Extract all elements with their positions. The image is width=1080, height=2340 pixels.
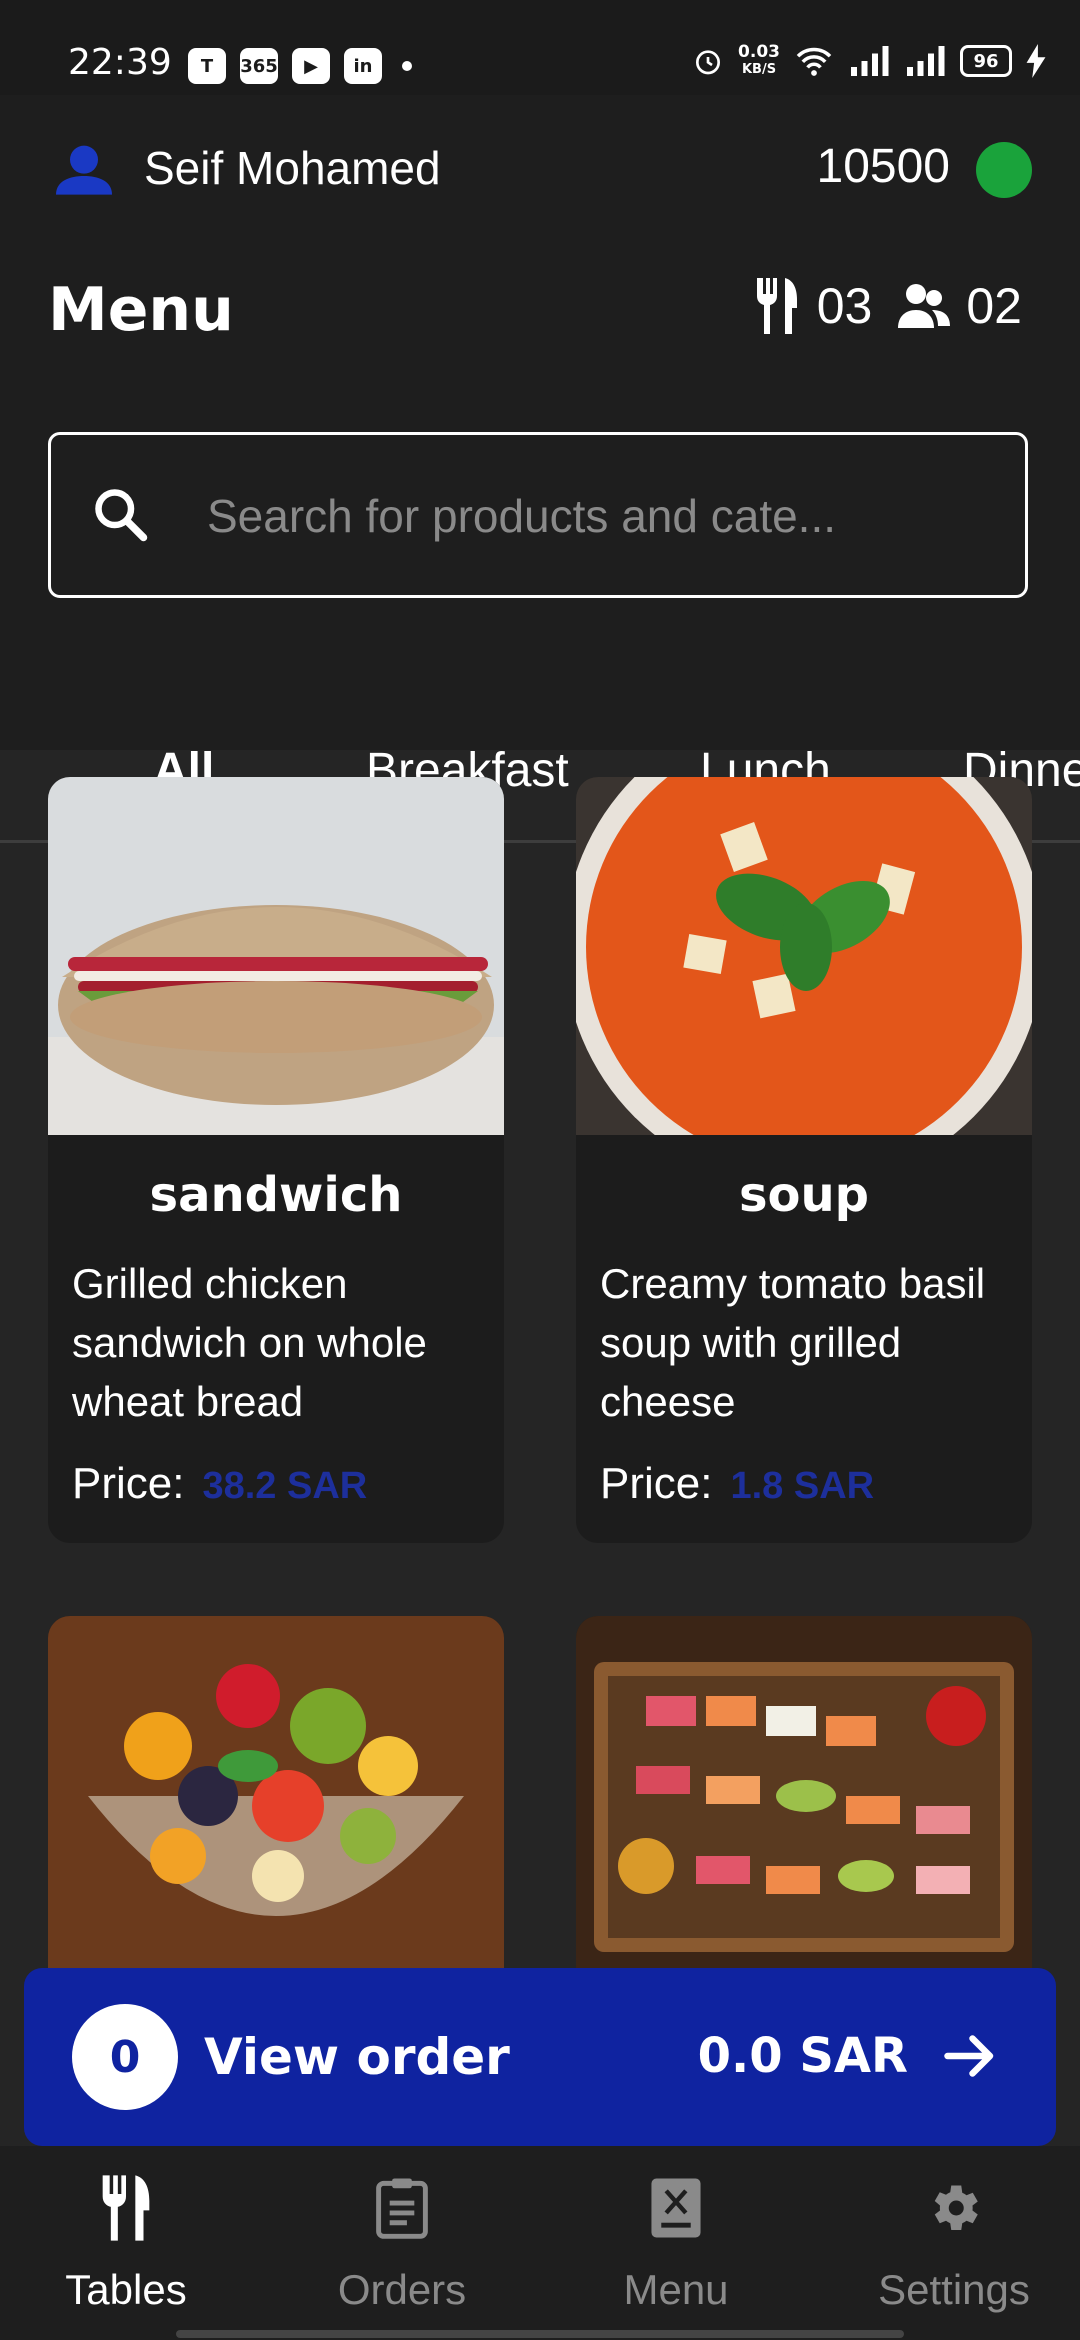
cutlery-icon: [756, 278, 797, 334]
office365-icon: 365: [240, 48, 278, 84]
system-status: 0.03 KB/S 96: [692, 44, 1046, 78]
signal-icon-2: [907, 46, 945, 76]
order-item-count: 0: [72, 2004, 178, 2110]
page-title: Menu: [48, 275, 234, 345]
product-card-sushi[interactable]: [576, 1616, 1032, 2016]
menu-book-icon: [651, 2178, 701, 2238]
network-speed-value: 0.03: [738, 42, 780, 62]
nav-settings-icon-wrap: [824, 2172, 1080, 2244]
product-price: Price: 1.8 SAR: [600, 1459, 874, 1509]
app-header: Seif Mohamed 10500 Menu 03 02 Search for…: [0, 95, 1080, 843]
cutlery-icon: [102, 2175, 150, 2241]
user-icon: [56, 145, 112, 195]
nav-menu[interactable]: Menu: [546, 2172, 806, 2314]
search-input[interactable]: Search for products and cate...: [48, 432, 1028, 598]
teams-icon: T: [188, 48, 226, 84]
price-label: Price:: [600, 1459, 713, 1508]
price-label: Price:: [72, 1459, 185, 1508]
user-name: Seif Mohamed: [144, 142, 441, 194]
guests-counter: 02: [898, 277, 1022, 335]
nav-menu-label: Menu: [623, 2266, 729, 2313]
tables-counter: 03: [753, 277, 873, 335]
wifi-icon: [796, 47, 832, 76]
gear-icon: [934, 2185, 978, 2230]
status-time: 22:39: [68, 42, 172, 83]
product-description: Creamy tomato basil soup with grilled ch…: [600, 1260, 986, 1425]
balance-value: 10500: [816, 140, 950, 193]
alarm-icon: [696, 50, 721, 75]
home-indicator: [176, 2330, 904, 2338]
tomato-soup-image: [576, 777, 1032, 1135]
more-notifications-icon: [402, 61, 412, 71]
view-order-label: View order: [204, 2028, 510, 2086]
order-total: 0.0 SAR: [697, 2028, 908, 2084]
network-speed: 0.03 KB/S: [738, 44, 780, 78]
sandwich-image: [48, 777, 504, 1135]
search-placeholder: Search for products and cate...: [207, 490, 837, 542]
nav-settings[interactable]: Settings: [824, 2172, 1080, 2314]
search-icon: [95, 489, 148, 542]
signal-icon: [851, 46, 889, 76]
network-speed-unit: KB/S: [741, 62, 777, 77]
product-name: soup: [738, 1167, 870, 1223]
product-card-soup[interactable]: soup Creamy tomato basil soup with grill…: [576, 777, 1032, 1543]
nav-tables[interactable]: Tables: [0, 2172, 256, 2314]
guests-icon: [898, 284, 951, 328]
guests-count: 02: [966, 278, 1022, 334]
status-bar: 22:39 T 365 ▶ in 0.03 KB/S 96: [0, 0, 1080, 95]
clipboard-icon: [376, 2178, 428, 2239]
nav-tables-icon-wrap: [0, 2172, 256, 2244]
product-description: Grilled chicken sandwich on whole wheat …: [72, 1260, 427, 1425]
product-name: sandwich: [149, 1167, 403, 1223]
linkedin-icon: in: [344, 48, 382, 84]
price-value: 1.8 SAR: [730, 1465, 875, 1507]
nav-menu-icon-wrap: [546, 2172, 806, 2244]
product-card-fruit-salad[interactable]: [48, 1616, 504, 2016]
product-card-sandwich[interactable]: sandwich Grilled chicken sandwich on who…: [48, 777, 504, 1543]
charging-icon: [1026, 44, 1046, 78]
tables-count: 03: [816, 278, 873, 334]
product-price: Price: 38.2 SAR: [72, 1459, 367, 1509]
notification-icons: T 365 ▶ in: [188, 48, 412, 84]
counters: 03 02: [753, 277, 1022, 335]
nav-orders-icon-wrap: [272, 2172, 532, 2244]
youtube-icon: ▶: [292, 48, 330, 84]
price-value: 38.2 SAR: [202, 1465, 368, 1507]
nav-orders-label: Orders: [337, 2266, 467, 2313]
sushi-platter-image: [576, 1616, 1032, 1974]
online-status-indicator: [976, 142, 1032, 198]
battery-icon: 96: [960, 45, 1012, 77]
bottom-navigation: Tables Orders Menu Settings: [0, 2146, 1080, 2340]
nav-orders[interactable]: Orders: [272, 2172, 532, 2314]
nav-settings-label: Settings: [878, 2266, 1030, 2313]
arrow-right-icon: [944, 2035, 994, 2077]
fruit-salad-image: [48, 1616, 504, 1974]
nav-tables-label: Tables: [65, 2266, 187, 2313]
view-order-button[interactable]: 0 View order 0.0 SAR: [24, 1968, 1056, 2146]
